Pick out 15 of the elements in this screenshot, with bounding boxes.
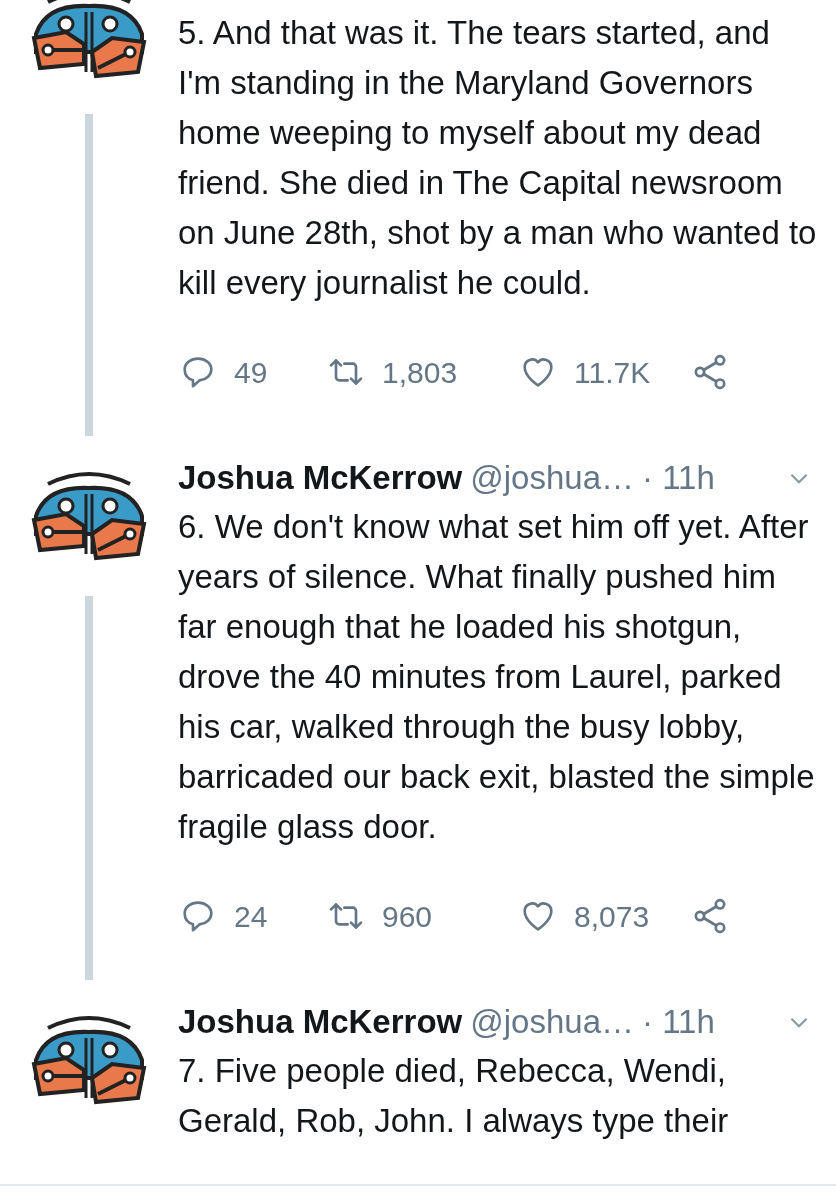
reply-count: 24 — [234, 898, 268, 935]
reply-count: 49 — [234, 354, 268, 391]
tweet-text: 7. Five people died, Rebecca, Wendi, Gerald, Rob, John. I always type their — [178, 1051, 730, 1141]
tweet-text: 5. And that was it. The tears started, and I'm standing in the Maryland Governors home weeping to myself about my dead friend. She died in The Capital newsroom on June 28th, shot by a man who wanted to kill every journalist he could. — [178, 13, 818, 303]
retweet-count: 1,803 — [382, 354, 458, 391]
retweet-count: 960 — [382, 898, 433, 935]
author-name[interactable]: Joshua McKerrow — [178, 997, 463, 1047]
author-handle: @joshua… — [470, 458, 634, 499]
author-handle: @joshua… — [470, 1002, 634, 1043]
tweet-text: 6. We don't know what set him off yet. After years of silence. What finally pushed him far enough that he loaded his shotgun, drove the 40 minutes from Laurel, parked his car, walked through the busy lobby, barricaded our back exit, blasted the simple fragile glass door. — [178, 507, 816, 847]
tweet-time: · 11h — [642, 1002, 715, 1043]
tweet-time: · 11h — [642, 458, 715, 499]
like-count: 8,073 — [574, 898, 650, 935]
like-count: 11.7K — [574, 354, 651, 391]
author-name[interactable]: Joshua McKerrow — [178, 453, 463, 503]
